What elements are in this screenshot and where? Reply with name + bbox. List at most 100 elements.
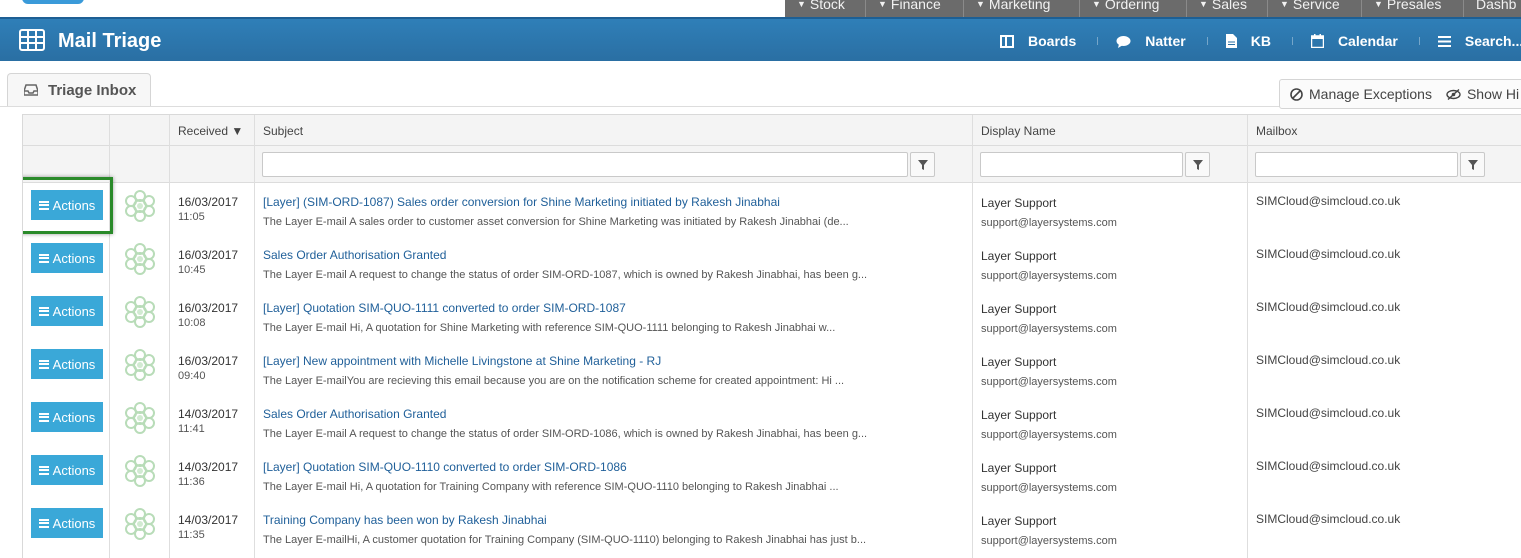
received-date: 16/03/2017 xyxy=(178,195,239,209)
page-title: Mail Triage xyxy=(58,30,162,52)
show-hidden-label: Show Hi xyxy=(1466,86,1520,102)
eye-slash-icon xyxy=(1446,88,1461,100)
triage-grid: Received ▼ Subject Display Name Mailbox … xyxy=(22,114,1521,558)
nav-boards-label: Boards xyxy=(1028,33,1077,49)
chevron-down-icon: ▼ xyxy=(878,0,887,9)
app-logo[interactable] xyxy=(22,0,84,4)
chevron-down-icon: ▼ xyxy=(1280,0,1289,9)
menu-icon xyxy=(38,359,49,369)
nav-calendar-label: Calendar xyxy=(1337,33,1398,49)
table-row[interactable]: Actions 16/03/2017 11:05 [Layer] (SIM-OR… xyxy=(23,177,1521,237)
header-nav: Boards Natter KB Calendar Search... xyxy=(1000,19,1521,63)
nav-natter[interactable]: Natter xyxy=(1116,19,1209,63)
chevron-down-icon: ▼ xyxy=(976,0,985,9)
nav-search[interactable]: Search... xyxy=(1437,19,1521,63)
ban-icon xyxy=(1290,87,1303,101)
module-tab-ordering[interactable]: ▼ Ordering xyxy=(1080,0,1187,17)
nav-search-label: Search... xyxy=(1464,33,1521,49)
sender-email: support@layersystems.com xyxy=(981,270,1117,282)
sender-email: support@layersystems.com xyxy=(981,482,1117,494)
actions-button[interactable]: Actions xyxy=(31,243,103,273)
nav-kb[interactable]: KB xyxy=(1225,19,1294,63)
grid-icon xyxy=(19,29,45,51)
actions-button[interactable]: Actions xyxy=(31,349,103,379)
avatar xyxy=(125,243,155,275)
nav-boards[interactable]: Boards xyxy=(1000,19,1099,63)
module-tab-dashboard[interactable]: Dashb xyxy=(1464,0,1521,17)
received-date: 14/03/2017 xyxy=(178,407,239,421)
nav-kb-label: KB xyxy=(1250,33,1271,49)
module-tabs: ▼ Stock ▼ Finance ▼ Marketing ▼ Ordering ▼ Sa… xyxy=(785,0,1521,17)
manage-exceptions-button[interactable]: Manage Exceptions xyxy=(1290,86,1432,102)
module-tab-stock[interactable]: ▼ Stock xyxy=(785,0,866,17)
module-tab-sales[interactable]: ▼ Sales xyxy=(1187,0,1268,17)
avatar xyxy=(125,455,155,487)
module-tab-service[interactable]: ▼ Service xyxy=(1268,0,1362,17)
table-row[interactable]: Actions 14/03/2017 11:35 Training Compan… xyxy=(23,502,1521,555)
received-time: 10:45 xyxy=(178,264,206,276)
received-date: 16/03/2017 xyxy=(178,301,239,315)
mailbox-filter-input[interactable] xyxy=(1255,152,1458,177)
calendar-icon xyxy=(1310,34,1324,48)
module-tab-marketing[interactable]: ▼ Marketing xyxy=(964,0,1080,17)
manage-exceptions-label: Manage Exceptions xyxy=(1309,86,1432,102)
table-row[interactable]: Actions 16/03/2017 09:40 [Layer] New app… xyxy=(23,343,1521,396)
table-row[interactable]: Actions 16/03/2017 10:45 Sales Order Aut… xyxy=(23,237,1521,290)
tab-triage-inbox[interactable]: Triage Inbox xyxy=(7,73,151,106)
mailbox-address: SIMCloud@simcloud.co.uk xyxy=(1256,353,1401,367)
mailbox-address: SIMCloud@simcloud.co.uk xyxy=(1256,512,1401,526)
sender-email: support@layersystems.com xyxy=(981,535,1117,547)
received-time: 10:08 xyxy=(178,317,206,329)
mailbox-address: SIMCloud@simcloud.co.uk xyxy=(1256,300,1401,314)
table-row[interactable]: Actions 16/03/2017 10:08 [Layer] Quotati… xyxy=(23,290,1521,343)
actions-button[interactable]: Actions xyxy=(31,508,103,538)
app-header: Mail Triage Boards Natter KB Calendar Se… xyxy=(0,17,1521,61)
sender-email: support@layersystems.com xyxy=(981,429,1117,441)
avatar xyxy=(125,190,155,222)
menu-icon xyxy=(38,465,49,475)
module-tab-presales[interactable]: ▼ Presales xyxy=(1362,0,1464,17)
subject-link[interactable]: [Layer] Quotation SIM-QUO-1110 converted… xyxy=(263,460,627,474)
subject-link[interactable]: [Layer] (SIM-ORD-1087) Sales order conve… xyxy=(263,195,780,209)
display-name: Layer Support xyxy=(981,302,1057,316)
avatar xyxy=(125,296,155,328)
nav-calendar[interactable]: Calendar xyxy=(1310,19,1420,63)
subject-link[interactable]: Training Company has been won by Rakesh … xyxy=(263,513,547,527)
actions-button[interactable]: Actions xyxy=(31,190,103,220)
display-name: Layer Support xyxy=(981,249,1057,263)
module-tab-finance[interactable]: ▼ Finance xyxy=(866,0,964,17)
show-hidden-button[interactable]: Show Hi xyxy=(1446,86,1519,102)
col-header-mailbox[interactable]: Mailbox xyxy=(1256,124,1297,138)
actions-label: Actions xyxy=(52,197,96,213)
display-name: Layer Support xyxy=(981,355,1057,369)
subject-link[interactable]: [Layer] New appointment with Michelle Li… xyxy=(263,354,661,368)
actions-button[interactable]: Actions xyxy=(31,402,103,432)
table-row[interactable]: Actions 14/03/2017 11:41 Sales Order Aut… xyxy=(23,396,1521,449)
menu-icon xyxy=(38,253,49,263)
avatar xyxy=(125,508,155,540)
menu-icon xyxy=(38,306,49,316)
nav-natter-label: Natter xyxy=(1145,33,1186,49)
display-name: Layer Support xyxy=(981,461,1057,475)
actions-button[interactable]: Actions xyxy=(31,455,103,485)
mailbox-filter-button[interactable] xyxy=(1460,152,1485,177)
display-name: Layer Support xyxy=(981,196,1057,210)
table-row[interactable]: Actions 14/03/2017 11:36 [Layer] Quotati… xyxy=(23,449,1521,502)
tab-triage-inbox-label: Triage Inbox xyxy=(48,81,137,99)
boards-icon xyxy=(1000,34,1014,48)
subject-preview: The Layer E-mailYou are recieving this e… xyxy=(263,375,845,387)
subject-link[interactable]: Sales Order Authorisation Granted xyxy=(263,407,446,421)
display-name: Layer Support xyxy=(981,514,1057,528)
subject-link[interactable]: Sales Order Authorisation Granted xyxy=(263,248,446,262)
received-time: 11:05 xyxy=(178,211,205,223)
subject-preview: The Layer E-mail A request to change the… xyxy=(263,269,868,281)
sender-email: support@layersystems.com xyxy=(981,217,1117,229)
menu-icon xyxy=(1437,35,1451,47)
avatar xyxy=(125,402,155,434)
received-time: 09:40 xyxy=(178,370,206,382)
subject-preview: The Layer E-mail Hi, A quotation for Shi… xyxy=(263,322,836,334)
subject-link[interactable]: [Layer] Quotation SIM-QUO-1111 converted… xyxy=(263,301,626,315)
sender-email: support@layersystems.com xyxy=(981,376,1117,388)
actions-button[interactable]: Actions xyxy=(31,296,103,326)
subject-preview: The Layer E-mailHi, A customer quotation… xyxy=(263,534,867,546)
